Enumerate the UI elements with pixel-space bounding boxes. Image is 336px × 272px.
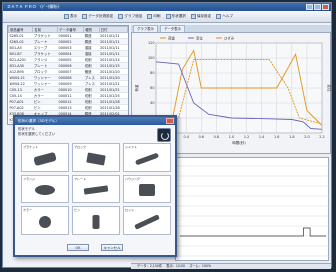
printer-icon [147, 14, 153, 19]
shape-option-label: カラー [23, 208, 33, 213]
shape-grid: ブラケット ブロック シャフトフランジ プレート ハウジングカラー ピン ロッド [21, 143, 171, 235]
shape-thumbnail-icon [33, 151, 57, 166]
toolbar-help-button[interactable]: ヘルプ [215, 14, 234, 19]
shape-option[interactable]: ブラケット [21, 143, 69, 172]
legend-label: ひずみ [224, 35, 235, 40]
table-body: S265-01 ブラケット 000001 鋳造 2011/01/11 S265-02 プレー… [8, 32, 128, 124]
legend-label: 変位 [196, 35, 203, 40]
shape-thumbnail-icon [92, 214, 100, 229]
data-table-panel: 部品番号 名前 データ番号 種別 日付 S265-01 ブラケット 000001 鋳造 2011… [7, 25, 129, 125]
shape-option[interactable]: カラー [21, 206, 69, 235]
toolbar-view-button[interactable]: 表示 [63, 14, 78, 19]
shape-option[interactable]: ハウジング [123, 174, 171, 204]
shape-option-label: プレート [74, 176, 87, 181]
x-tick-label: 2.0 [304, 135, 309, 139]
legend-label: 荷重 [168, 35, 175, 40]
shape-icon [165, 14, 171, 19]
shape-option-label: フランジ [23, 176, 36, 181]
x-tick-label: 1.8 [289, 135, 294, 139]
shape-thumbnail-icon [35, 185, 55, 196]
tab-data[interactable]: データ表示 [159, 25, 185, 32]
shape-option[interactable]: プレート [72, 174, 120, 204]
signal-chart [175, 157, 330, 261]
x-tick-label: 0.4 [183, 135, 188, 139]
title-bar: ＤＡＴＡ ＰＲＯ (ﾃﾞｰﾀ解析) [3, 3, 331, 11]
chart-tab-bar: グラフ表示 データ表示 [131, 25, 331, 32]
x-tick-label: 1.6 [274, 135, 279, 139]
shape-thumbnail-icon [134, 214, 160, 230]
cancel-button[interactable]: キャンセル [101, 244, 123, 251]
shape-thumbnail-icon [86, 152, 106, 166]
dialog-title: 形状の選択（3Dモデル） [15, 117, 175, 125]
y2-axis-label: 変位 [327, 84, 332, 92]
x-tick-label: 1.4 [259, 135, 264, 139]
graph-icon [118, 14, 124, 19]
shape-option-label: ブロック [74, 145, 87, 149]
x-tick-label: 1.2 [244, 135, 249, 139]
shape-option[interactable]: シャフト [123, 143, 171, 172]
y-axis-label: 荷重 [134, 84, 139, 92]
minimize-icon[interactable] [306, 4, 313, 10]
disk-icon [190, 14, 196, 19]
shape-option[interactable]: ピン [72, 206, 120, 235]
shape-option-label: ロッド [125, 208, 135, 213]
window-title: ＤＡＴＡ ＰＲＯ (ﾃﾞｰﾀ解析) [7, 4, 60, 9]
tab-graph[interactable]: グラフ表示 [133, 25, 158, 32]
window-controls [306, 4, 329, 10]
x-tick-label: 1.0 [229, 135, 234, 139]
app-logo-icon [157, 128, 171, 142]
shape-option[interactable]: ブロック [72, 143, 120, 172]
shape-thumbnail-icon [139, 184, 155, 197]
shape-thumbnail-icon [83, 185, 109, 195]
x-tick-label: 2.2 [319, 135, 324, 139]
dialog-footer: OK キャンセル [15, 244, 175, 251]
x-axis-label: 時間(秒) [232, 140, 246, 145]
shape-option[interactable]: ロッド [123, 206, 171, 235]
toolbar-measure-settings-button[interactable]: データ計測設定 [81, 14, 114, 19]
shape-option-label: ピン [74, 208, 81, 213]
signal-line [180, 227, 326, 237]
shape-option[interactable]: フランジ [21, 174, 69, 204]
toolbar-shape-select-button[interactable]: 形状選択 [165, 14, 187, 19]
x-tick-label: 0.8 [214, 135, 219, 139]
y-tick-label: 60 [150, 86, 154, 90]
toolbar: 表示 データ計測設定 グラフ追加 印刷 形状選択 保存設定 ヘルプ [3, 11, 331, 23]
help-icon [216, 14, 222, 19]
data-table: 部品番号 名前 データ番号 種別 日付 S265-01 ブラケット 000001 鋳造 2011… [8, 26, 128, 124]
ok-button[interactable]: OK [67, 244, 89, 251]
toolbar-save-settings-button[interactable]: 保存設定 [190, 14, 212, 19]
y-tick-label: 80 [150, 71, 154, 75]
measure-icon [82, 14, 88, 19]
shape-option-label: ハウジング [125, 176, 141, 181]
toolbar-add-graph-button[interactable]: グラフ追加 [117, 14, 143, 19]
shape-option-label: シャフト [125, 145, 138, 149]
shape-option-label: ブラケット [23, 145, 39, 149]
shape-thumbnail-icon [39, 215, 51, 228]
view-icon [64, 14, 69, 19]
y-tick-label: 120 [148, 41, 154, 45]
y-tick-label: 40 [150, 101, 154, 105]
toolbar-print-button[interactable]: 印刷 [146, 14, 161, 19]
status-bar: データ：2,150件 表示：1/100 ズーム：100% [131, 263, 331, 269]
application-window: ＤＡＴＡ ＰＲＯ (ﾃﾞｰﾀ解析) 表示 データ計測設定 グラフ追加 印刷 形状… [2, 2, 332, 269]
dialog-subtitle: 形状モデル 形状を選択してください [15, 125, 175, 138]
signal-chart-svg [176, 165, 330, 257]
dialog-close-icon[interactable] [166, 118, 174, 124]
maximize-icon[interactable] [314, 4, 321, 10]
shape-select-dialog: 形状の選択（3Dモデル） 形状モデル 形状を選択してください ブラケット ブロック… [13, 115, 177, 257]
x-tick-label: 0.6 [199, 135, 204, 139]
y-tick-label: 100 [148, 56, 154, 60]
shape-thumbnail-icon [134, 152, 160, 166]
dialog-subtitle-line2: 形状を選択してください [18, 131, 56, 136]
close-icon[interactable] [322, 4, 329, 10]
